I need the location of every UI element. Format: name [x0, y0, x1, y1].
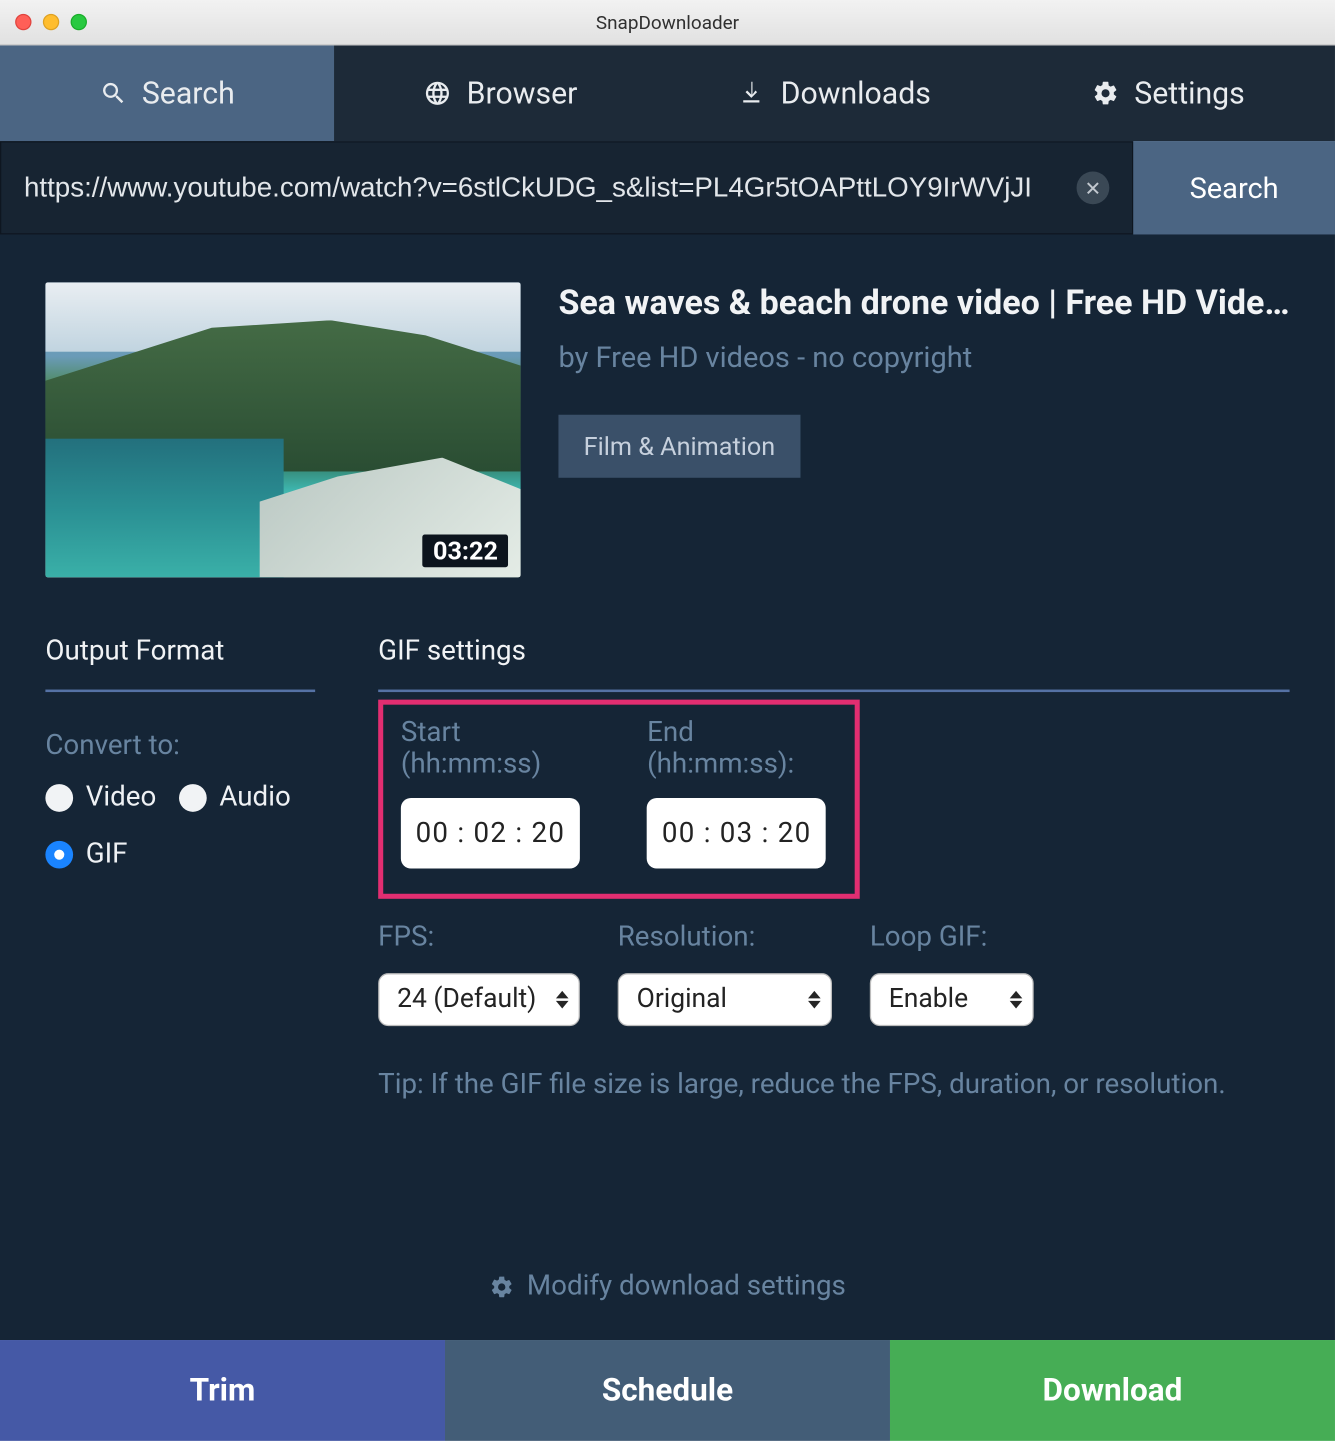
updown-icon [808, 991, 821, 1009]
gear-icon [1091, 79, 1119, 107]
tab-downloads[interactable]: Downloads [667, 45, 1001, 141]
minimize-window-button[interactable] [43, 14, 59, 30]
time-highlight-box: Start (hh:mm:ss) 00 : 02 : 20 End (hh:mm… [378, 700, 860, 899]
schedule-button[interactable]: Schedule [445, 1340, 890, 1441]
url-input-wrapper: ✕ [0, 141, 1133, 234]
modify-download-settings[interactable]: Modify download settings [45, 1271, 1289, 1340]
tab-settings-label: Settings [1134, 76, 1244, 111]
clear-icon[interactable]: ✕ [1077, 171, 1110, 204]
start-time-input[interactable]: 00 : 02 : 20 [401, 798, 580, 869]
tab-downloads-label: Downloads [781, 76, 931, 111]
modify-download-label: Modify download settings [527, 1271, 846, 1303]
search-icon [99, 79, 127, 107]
tab-browser[interactable]: Browser [334, 45, 668, 141]
resolution-label: Resolution: [618, 921, 832, 953]
output-format-header: Output Format [45, 635, 315, 692]
tab-search[interactable]: Search [0, 45, 334, 141]
gif-settings-header: GIF settings [378, 635, 1289, 692]
tip-text: Tip: If the GIF file size is large, redu… [378, 1069, 1289, 1101]
titlebar: SnapDownloader [0, 0, 1335, 45]
search-button[interactable]: Search [1133, 141, 1335, 234]
tab-browser-label: Browser [467, 76, 578, 111]
radio-audio[interactable]: Audio [179, 782, 291, 814]
video-category: Film & Animation [558, 415, 800, 478]
video-author: by Free HD videos - no copyright [558, 340, 1289, 374]
start-time-label: Start (hh:mm:ss) [401, 717, 597, 780]
radio-gif-label: GIF [86, 838, 128, 870]
maximize-window-button[interactable] [71, 14, 87, 30]
fps-value: 24 (Default) [397, 985, 536, 1015]
radio-video[interactable]: Video [45, 782, 156, 814]
duration-badge: 03:22 [423, 534, 508, 567]
close-window-button[interactable] [15, 14, 31, 30]
fps-select[interactable]: 24 (Default) [378, 973, 580, 1026]
tab-settings[interactable]: Settings [1001, 45, 1335, 141]
updown-icon [1010, 991, 1023, 1009]
convert-to-label: Convert to: [45, 730, 315, 762]
video-thumbnail[interactable]: 03:22 [45, 282, 520, 577]
end-time-input[interactable]: 00 : 03 : 20 [647, 798, 826, 869]
loop-label: Loop GIF: [870, 921, 1034, 953]
fps-label: FPS: [378, 921, 580, 953]
loop-value: Enable [889, 985, 968, 1015]
window-title: SnapDownloader [0, 11, 1335, 34]
video-title: Sea waves & beach drone video | Free HD … [558, 282, 1289, 322]
updown-icon [556, 991, 569, 1009]
tab-search-label: Search [142, 76, 235, 111]
radio-video-label: Video [86, 782, 157, 814]
download-button[interactable]: Download [890, 1340, 1335, 1441]
radio-gif[interactable]: GIF [45, 838, 127, 870]
resolution-select[interactable]: Original [618, 973, 832, 1026]
globe-icon [424, 79, 452, 107]
radio-audio-label: Audio [219, 782, 290, 814]
loop-select[interactable]: Enable [870, 973, 1034, 1026]
resolution-value: Original [637, 985, 727, 1015]
url-input[interactable] [24, 171, 1077, 204]
end-time-label: End (hh:mm:ss): [647, 717, 837, 780]
trim-button[interactable]: Trim [0, 1340, 445, 1441]
gear-icon [489, 1274, 514, 1299]
download-icon [738, 79, 766, 107]
